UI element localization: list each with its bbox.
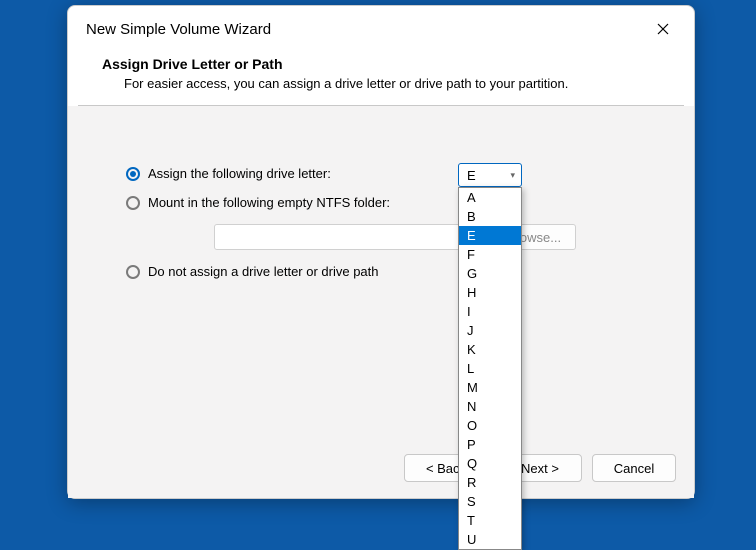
radio-icon	[126, 167, 140, 181]
wizard-dialog: New Simple Volume Wizard Assign Drive Le…	[67, 5, 695, 499]
titlebar: New Simple Volume Wizard	[68, 6, 694, 50]
radio-icon	[126, 196, 140, 210]
drive-letter-dropdown[interactable]: ABEFGHIJKLMNOPQRSTU	[458, 187, 522, 550]
dropdown-item[interactable]: H	[459, 283, 521, 302]
folder-path-input[interactable]	[214, 224, 482, 250]
close-icon	[657, 23, 669, 35]
dropdown-item[interactable]: P	[459, 435, 521, 454]
close-button[interactable]	[650, 16, 676, 42]
cancel-button[interactable]: Cancel	[592, 454, 676, 482]
header-area: Assign Drive Letter or Path For easier a…	[68, 50, 694, 105]
button-label: Cancel	[614, 461, 654, 476]
dialog-body: Assign the following drive letter: Mount…	[68, 106, 694, 442]
dropdown-item[interactable]: Q	[459, 454, 521, 473]
chevron-down-icon: ▾	[510, 170, 515, 181]
dropdown-item[interactable]: F	[459, 245, 521, 264]
select-value: E	[467, 168, 476, 183]
dropdown-item[interactable]: R	[459, 473, 521, 492]
dropdown-item[interactable]: K	[459, 340, 521, 359]
dropdown-item[interactable]: N	[459, 397, 521, 416]
dropdown-item[interactable]: L	[459, 359, 521, 378]
page-subheading: For easier access, you can assign a driv…	[102, 76, 660, 91]
radio-icon	[126, 265, 140, 279]
option-assign-letter[interactable]: Assign the following drive letter:	[126, 166, 656, 181]
dropdown-item[interactable]: O	[459, 416, 521, 435]
dropdown-item[interactable]: I	[459, 302, 521, 321]
page-heading: Assign Drive Letter or Path	[102, 56, 660, 72]
dialog-footer: < Back Next > Cancel	[68, 442, 694, 498]
dropdown-item[interactable]: U	[459, 530, 521, 549]
dropdown-item[interactable]: B	[459, 207, 521, 226]
dropdown-item[interactable]: S	[459, 492, 521, 511]
dropdown-item[interactable]: J	[459, 321, 521, 340]
dropdown-item[interactable]: M	[459, 378, 521, 397]
drive-letter-select[interactable]: E ▾	[458, 163, 522, 187]
button-label: Next >	[521, 461, 559, 476]
option-label: Assign the following drive letter:	[148, 166, 331, 181]
folder-input-row: Browse...	[214, 224, 656, 250]
dialog-title: New Simple Volume Wizard	[86, 21, 271, 38]
dropdown-item[interactable]: A	[459, 188, 521, 207]
dropdown-item[interactable]: G	[459, 264, 521, 283]
dropdown-item[interactable]: T	[459, 511, 521, 530]
option-no-letter[interactable]: Do not assign a drive letter or drive pa…	[126, 264, 656, 279]
option-label: Do not assign a drive letter or drive pa…	[148, 264, 379, 279]
option-mount-folder[interactable]: Mount in the following empty NTFS folder…	[126, 195, 656, 210]
option-label: Mount in the following empty NTFS folder…	[148, 195, 390, 210]
dropdown-item[interactable]: E	[459, 226, 521, 245]
